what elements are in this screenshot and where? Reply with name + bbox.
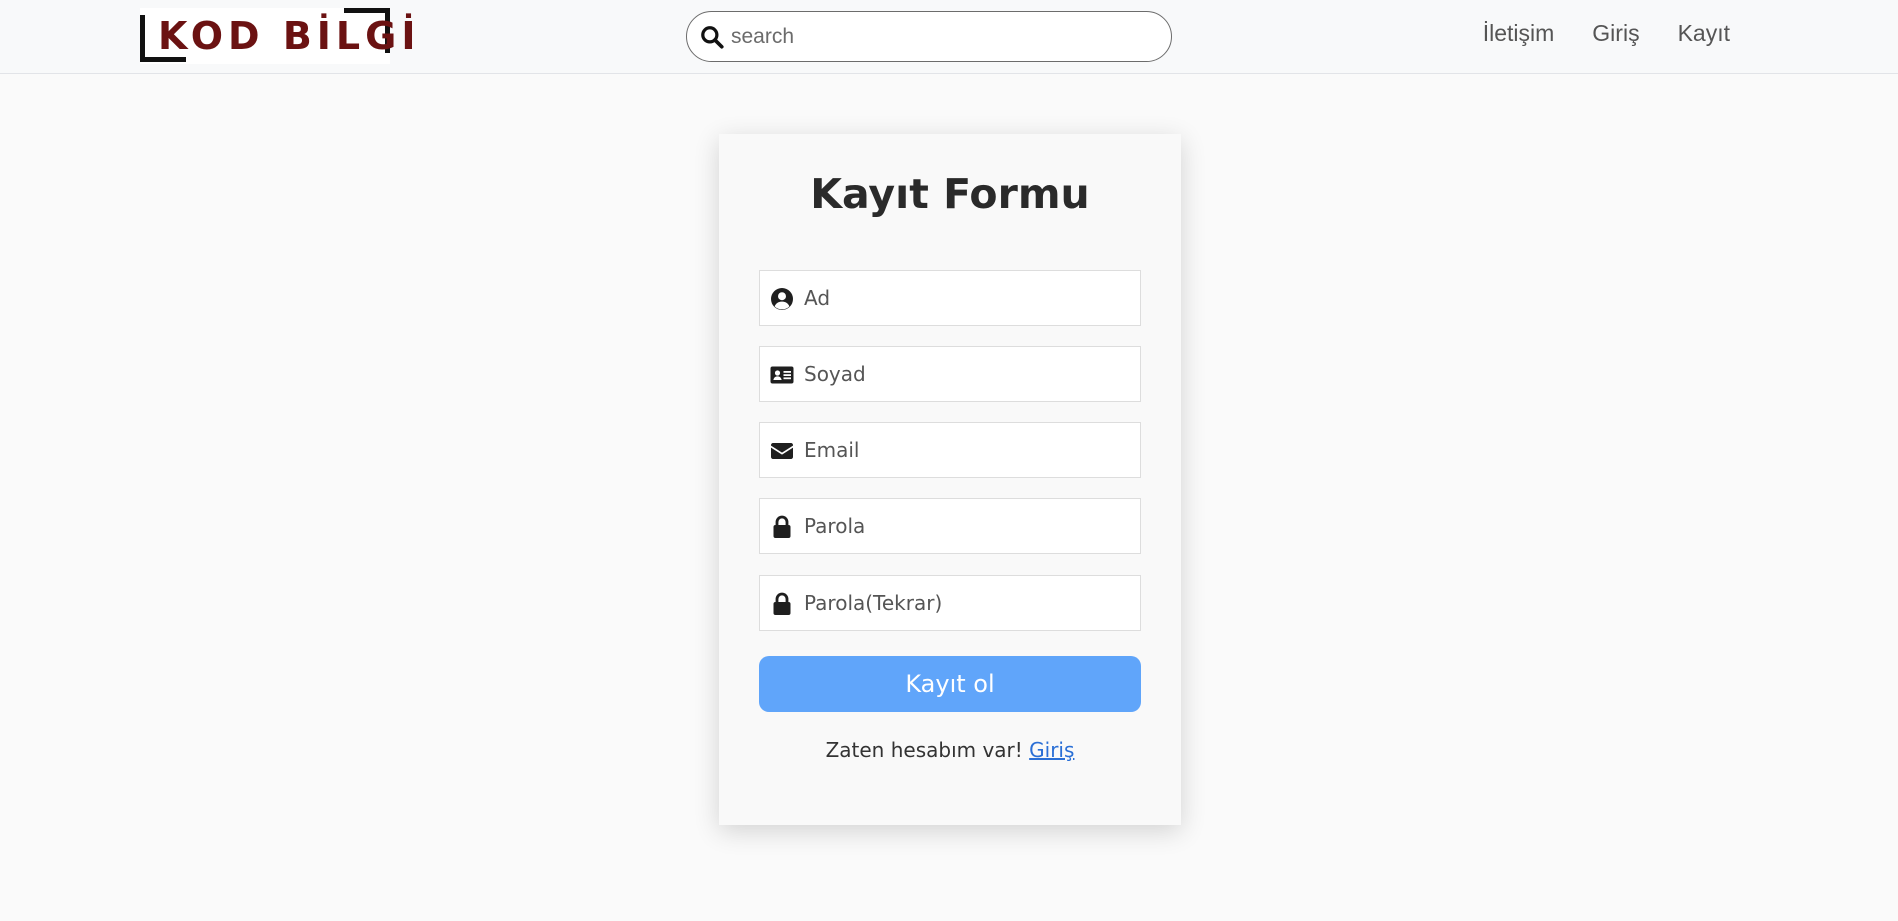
search-input[interactable]: [731, 18, 1151, 56]
login-prompt: Zaten hesabım var! Giriş: [719, 738, 1181, 762]
lock-icon: [773, 592, 791, 615]
password-field[interactable]: [759, 498, 1141, 554]
search-icon: [701, 26, 724, 49]
last-name-input[interactable]: [804, 355, 1124, 393]
nav-link-contact[interactable]: İletişim: [1483, 20, 1555, 47]
first-name-input[interactable]: [804, 279, 1124, 317]
password-repeat-input[interactable]: [804, 584, 1124, 622]
last-name-field[interactable]: [759, 346, 1141, 402]
registration-form-card: Kayıt Formu Ad Soyad Email Kayıt ol Zate…: [719, 134, 1181, 825]
id-card-icon: [770, 366, 794, 384]
site-logo[interactable]: KOD BİLGİ: [140, 8, 415, 64]
login-prompt-text: Zaten hesabım var!: [825, 738, 1023, 762]
password-input[interactable]: [804, 507, 1124, 545]
email-field[interactable]: [759, 422, 1141, 478]
logo-text: KOD BİLGİ: [158, 14, 421, 58]
lock-icon: [773, 515, 791, 538]
login-link[interactable]: Giriş: [1029, 738, 1074, 762]
first-name-field[interactable]: [759, 270, 1141, 326]
search-box[interactable]: [686, 11, 1172, 62]
form-title: Kayıt Formu: [810, 170, 1090, 218]
nav-link-login[interactable]: Giriş: [1592, 20, 1639, 47]
envelope-icon: [771, 443, 793, 459]
password-repeat-field[interactable]: [759, 575, 1141, 631]
register-button[interactable]: Kayıt ol: [759, 656, 1141, 712]
user-circle-icon: [771, 288, 793, 310]
email-input[interactable]: [804, 431, 1124, 469]
main-nav: İletişim Giriş Kayıt: [1483, 20, 1730, 47]
top-navbar: KOD BİLGİ İletişim Giriş Kayıt: [0, 0, 1898, 74]
nav-link-register[interactable]: Kayıt: [1678, 20, 1730, 47]
